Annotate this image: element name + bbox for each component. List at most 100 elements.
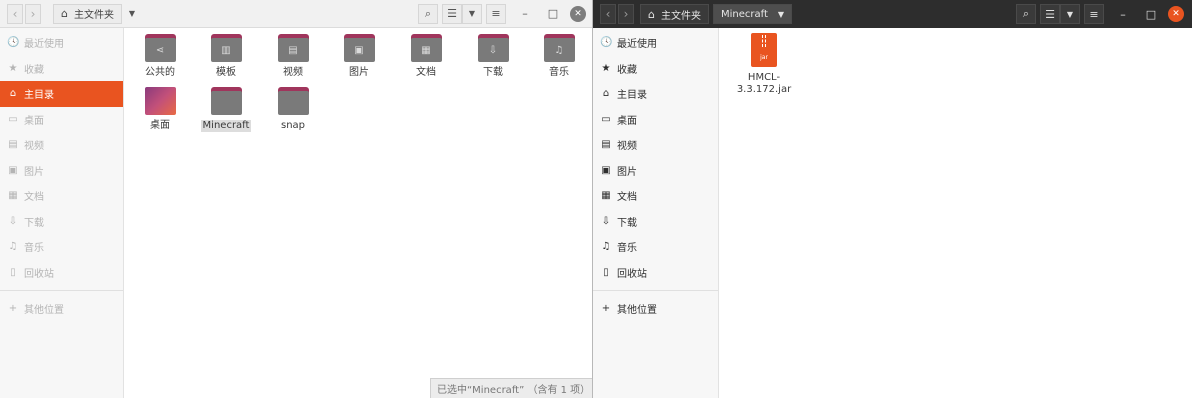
- sidebar-item-desktop[interactable]: ▭ 桌面: [593, 107, 718, 133]
- sidebar-item-videos[interactable]: ▤ 视频: [0, 132, 123, 158]
- sidebar-item-starred[interactable]: ★ 收藏: [593, 56, 718, 82]
- folder-icon: [210, 87, 242, 115]
- file-item-label: 桌面: [150, 120, 170, 131]
- left-sidebar: 🕓 最近使用 ★ 收藏 ⌂ 主目录 ▭ 桌面 ▤ 视频 ▣ 图片 ▦ 文档 ⇩ 下载 ♫ 音乐 ▯…: [0, 28, 124, 398]
- breadcrumb-current-label: Minecraft: [720, 8, 768, 20]
- view-list-button[interactable]: ☰: [1040, 4, 1060, 24]
- sidebar-item-trash[interactable]: ▯ 回收站: [0, 260, 123, 286]
- chevron-down-icon: ▼: [468, 9, 476, 18]
- close-button[interactable]: ✕: [1168, 6, 1184, 22]
- sidebar-item-label: 图片: [24, 166, 44, 178]
- sidebar-item-recent[interactable]: 🕓 最近使用: [593, 30, 718, 56]
- sidebar-item-label: 音乐: [617, 243, 637, 255]
- view-options-button[interactable]: ▼: [462, 3, 482, 24]
- sidebar-item-music[interactable]: ♫ 音乐: [593, 234, 718, 260]
- file-item-snap[interactable]: snap: [258, 87, 328, 132]
- maximize-button[interactable]: □: [1140, 3, 1162, 25]
- right-file-grid: jar HMCL- 3.3.172.jar: [719, 28, 1192, 398]
- sidebar-separator: [0, 290, 123, 291]
- search-icon: ⌕: [1022, 7, 1030, 20]
- sidebar-item-recent[interactable]: 🕓 最近使用: [0, 30, 123, 56]
- close-icon: ✕: [1172, 9, 1180, 19]
- breadcrumb-current[interactable]: Minecraft ▼: [712, 4, 793, 24]
- forward-button[interactable]: ›: [618, 4, 634, 24]
- sidebar-item-videos[interactable]: ▤ 视频: [593, 132, 718, 158]
- sidebar-item-desktop[interactable]: ▭ 桌面: [0, 107, 123, 133]
- sidebar-item-label: 文档: [24, 192, 44, 204]
- search-button[interactable]: ⌕: [418, 3, 438, 24]
- sidebar-item-label: 最近使用: [24, 39, 64, 51]
- breadcrumb-menu-button[interactable]: ▼: [122, 4, 142, 24]
- minimize-button[interactable]: –: [1112, 3, 1134, 25]
- file-item-documents[interactable]: ▦ 文档: [391, 34, 461, 79]
- file-item-label: HMCL- 3.3.172.jar: [736, 72, 792, 95]
- sidebar-item-label: 文档: [617, 192, 637, 204]
- close-button[interactable]: ✕: [570, 5, 586, 22]
- home-icon: ⌂: [648, 7, 655, 21]
- sidebar-item-pictures[interactable]: ▣ 图片: [593, 158, 718, 184]
- file-item-pictures[interactable]: ▣ 图片: [324, 34, 394, 79]
- file-item-downloads[interactable]: ⇩ 下载: [458, 34, 528, 79]
- file-item-label: 视频: [283, 67, 303, 78]
- file-item-label: 模板: [216, 67, 236, 78]
- back-button[interactable]: ‹: [600, 4, 616, 24]
- home-icon: ⌂: [9, 88, 17, 100]
- file-item-public[interactable]: ⋖ 公共的: [125, 34, 195, 79]
- minimize-button[interactable]: –: [514, 3, 536, 25]
- music-icon: ♫: [601, 241, 611, 253]
- file-item-minecraft[interactable]: Minecraft: [191, 87, 261, 132]
- file-item-desktop[interactable]: 桌面: [125, 87, 195, 132]
- sidebar-item-label: 桌面: [617, 115, 637, 127]
- sidebar-item-home[interactable]: ⌂ 主目录: [0, 81, 123, 107]
- sidebar-item-music[interactable]: ♫ 音乐: [0, 234, 123, 260]
- clock-icon: 🕓: [7, 37, 20, 49]
- forward-button[interactable]: ›: [25, 3, 41, 24]
- left-headerbar: ‹ › ⌂ 主文件夹 ▼ ⌕ ☰ ▼ ≡ – □ ✕: [0, 0, 592, 28]
- file-item-templates[interactable]: ▥ 模板: [191, 34, 261, 79]
- sidebar-item-starred[interactable]: ★ 收藏: [0, 56, 123, 82]
- star-icon: ★: [601, 62, 611, 74]
- clock-icon: 🕓: [600, 37, 613, 49]
- sidebar-item-label: 主目录: [617, 90, 647, 102]
- file-item-music[interactable]: ♫ 音乐: [524, 34, 592, 79]
- sidebar-item-other-locations[interactable]: + 其他位置: [0, 296, 123, 322]
- plus-icon: +: [601, 303, 611, 315]
- image-folder-icon: ▣: [343, 34, 375, 62]
- document-folder-icon: ▦: [410, 34, 442, 62]
- sidebar-item-home[interactable]: ⌂ 主目录: [593, 81, 718, 107]
- file-item-hmcl-jar[interactable]: jar HMCL- 3.3.172.jar: [729, 33, 799, 96]
- document-icon: ▦: [601, 190, 611, 202]
- chevron-down-icon: ▼: [1066, 9, 1074, 19]
- back-button[interactable]: ‹: [7, 3, 23, 24]
- status-overlay: 已选中“Minecraft” （含有 1 项）: [430, 378, 592, 398]
- hamburger-icon: ≡: [491, 7, 501, 20]
- sidebar-item-trash[interactable]: ▯ 回收站: [593, 260, 718, 286]
- view-list-button[interactable]: ☰: [442, 3, 462, 24]
- maximize-button[interactable]: □: [542, 3, 564, 25]
- menu-button[interactable]: ≡: [1084, 4, 1104, 24]
- view-options-button[interactable]: ▼: [1060, 4, 1080, 24]
- sidebar-item-label: 收藏: [24, 64, 44, 76]
- breadcrumb-home[interactable]: ⌂ 主文件夹: [640, 4, 709, 24]
- home-icon: ⌂: [602, 88, 610, 100]
- video-icon: ▤: [601, 139, 611, 151]
- file-item-label: Minecraft: [200, 120, 252, 132]
- hamburger-icon: ≡: [1089, 7, 1099, 21]
- breadcrumb-home[interactable]: ⌂ 主文件夹: [53, 3, 122, 24]
- close-icon: ✕: [574, 8, 582, 19]
- sidebar-item-downloads[interactable]: ⇩ 下载: [0, 209, 123, 235]
- desktop-icon: ▭: [8, 113, 18, 125]
- sidebar-item-other-locations[interactable]: + 其他位置: [593, 296, 718, 322]
- sidebar-item-documents[interactable]: ▦ 文档: [0, 183, 123, 209]
- sidebar-item-downloads[interactable]: ⇩ 下载: [593, 209, 718, 235]
- menu-button[interactable]: ≡: [486, 3, 506, 24]
- sidebar-item-documents[interactable]: ▦ 文档: [593, 183, 718, 209]
- right-sidebar: 🕓 最近使用 ★ 收藏 ⌂ 主目录 ▭ 桌面 ▤ 视频 ▣ 图片 ▦ 文档 ⇩ 下载 ♫ 音乐 ▯…: [593, 28, 719, 398]
- search-button[interactable]: ⌕: [1016, 4, 1036, 24]
- image-icon: ▣: [8, 164, 18, 176]
- list-view-icon: ☰: [1045, 7, 1055, 21]
- folder-icon: [277, 87, 309, 115]
- sidebar-item-pictures[interactable]: ▣ 图片: [0, 158, 123, 184]
- file-item-videos[interactable]: ▤ 视频: [258, 34, 328, 79]
- sidebar-item-label: 音乐: [24, 243, 44, 255]
